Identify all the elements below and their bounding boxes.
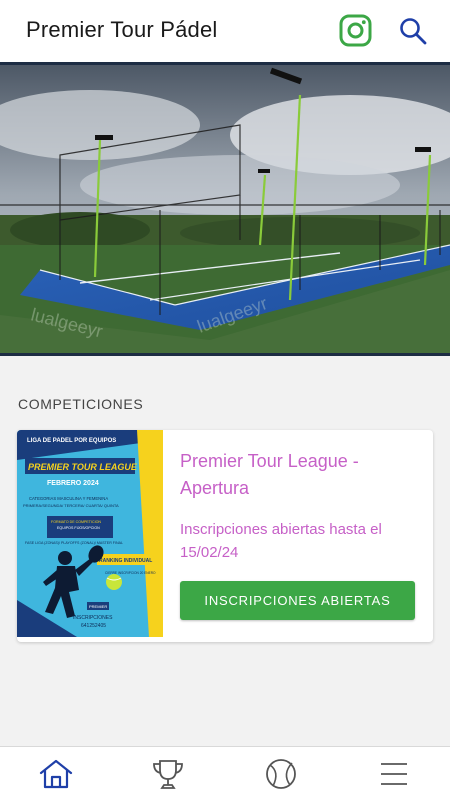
- poster-month: FEBRERO 2024: [47, 480, 99, 487]
- padel-court-photo: lualgeeyr lualgeeyr: [0, 65, 450, 353]
- register-button[interactable]: INSCRIPCIONES ABIERTAS: [180, 581, 415, 620]
- menu-icon: [381, 763, 407, 785]
- section-title: COMPETICIONES: [18, 396, 144, 412]
- competition-card[interactable]: LIGA DE PADEL POR EQUIPOS PREMIER TOUR L…: [17, 430, 433, 642]
- competition-poster: LIGA DE PADEL POR EQUIPOS PREMIER TOUR L…: [17, 430, 163, 637]
- nav-home[interactable]: [37, 757, 75, 791]
- competition-title[interactable]: Premier Tour League - Apertura: [180, 448, 420, 502]
- poster-categories-2: PRIMERA/SEGUNDA/ TERCERA/ CUARTA/ QUINTA: [23, 503, 119, 508]
- poster-categories-1: CATEGORIAS MASCULINA Y FEMENINA: [29, 496, 108, 501]
- instagram-button[interactable]: [339, 14, 372, 47]
- poster-phone: 641252405: [81, 623, 106, 629]
- poster-closing: CIERRE INSCRIPCION 20 ENERO: [105, 571, 156, 575]
- poster-banner: PREMIER TOUR LEAGUE: [28, 462, 138, 472]
- poster-inscriptions: INSCRIPCIONES: [73, 615, 113, 621]
- poster-header: LIGA DE PADEL POR EQUIPOS: [27, 438, 116, 444]
- poster-badge: PREMIER: [89, 604, 107, 609]
- app-title: Premier Tour Pádel: [26, 17, 218, 42]
- poster-format-1: FORMATO DE COMPETICION: [51, 520, 101, 524]
- poster-format-2: EQUIPOS FIJOS/OPCION: [57, 526, 100, 530]
- nav-menu[interactable]: [374, 757, 412, 791]
- search-icon: [400, 18, 427, 45]
- bottom-navigation: [0, 746, 450, 800]
- poster-format-3: FASE LIGA (ZONAS)/ PLAYOFFS (ZONAL)/ MAS…: [25, 541, 123, 545]
- hero-image: lualgeeyr lualgeeyr: [0, 62, 450, 356]
- poster-ranking: RANKING INDIVIDUAL: [99, 558, 152, 564]
- competition-subtitle: Inscripciones abiertas hasta el 15/02/24: [180, 521, 382, 561]
- search-button[interactable]: [398, 16, 428, 46]
- home-icon: [39, 759, 73, 789]
- trophy-icon: [153, 760, 183, 789]
- ball-icon: [266, 759, 296, 789]
- nav-matches[interactable]: [262, 757, 300, 791]
- nav-competitions[interactable]: [149, 757, 187, 791]
- instagram-icon: [339, 14, 372, 47]
- top-app-bar: Premier Tour Pádel: [0, 0, 450, 62]
